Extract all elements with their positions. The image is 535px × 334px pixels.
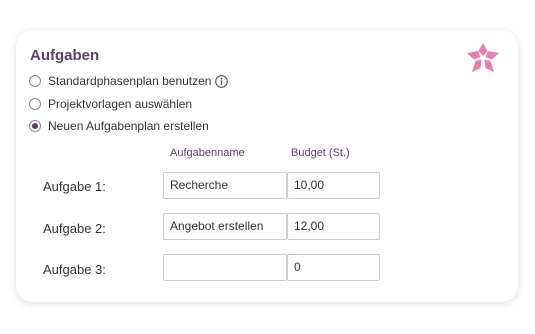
task-2-label: Aufgabe 2: (43, 221, 106, 236)
task-2-name-input[interactable]: Angebot erstellen (163, 213, 287, 240)
task-3-budget-input[interactable]: 0 (287, 254, 380, 281)
radio-project-template[interactable] (29, 98, 41, 110)
task-1-label: Aufgabe 1: (43, 179, 106, 194)
task-1-name-input[interactable]: Recherche (163, 172, 287, 199)
column-header-name: Aufgabenname (170, 147, 245, 159)
radio-standard-plan[interactable] (29, 75, 41, 87)
option-new-plan-label: Neuen Aufgabenplan erstellen (48, 119, 209, 133)
card-title: Aufgaben (30, 47, 100, 64)
task-3-name-input[interactable] (163, 254, 287, 281)
task-1-budget-input[interactable]: 10,00 (287, 172, 380, 199)
option-project-template-label: Projektvorlagen auswählen (48, 97, 193, 111)
option-standard-plan[interactable]: Standardphasenplan benutzen (29, 73, 229, 89)
radio-new-plan[interactable] (29, 120, 41, 132)
option-standard-plan-label: Standardphasenplan benutzen (48, 74, 212, 88)
flower-logo-icon (467, 43, 499, 72)
option-project-template[interactable]: Projektvorlagen auswählen (29, 96, 192, 112)
info-icon[interactable] (215, 74, 229, 88)
task-3-label: Aufgabe 3: (43, 262, 106, 277)
column-header-budget: Budget (St.) (291, 147, 350, 159)
option-new-plan[interactable]: Neuen Aufgabenplan erstellen (29, 118, 209, 134)
task-2-budget-input[interactable]: 12,00 (287, 213, 380, 240)
